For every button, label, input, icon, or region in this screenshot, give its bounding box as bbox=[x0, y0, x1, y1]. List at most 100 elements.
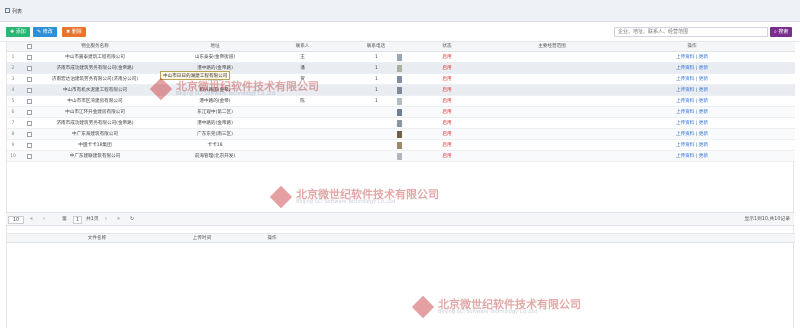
page-size-select[interactable]: 10 bbox=[8, 216, 24, 224]
cell-address: 前海管理(北京开发) bbox=[194, 154, 236, 159]
search-input[interactable] bbox=[614, 27, 768, 37]
cell-contact bbox=[275, 151, 330, 161]
redacted-phone-block bbox=[397, 76, 402, 83]
cell-status: 启用 bbox=[442, 77, 452, 82]
cell-contact: 王 bbox=[300, 55, 305, 60]
col-header-upload-time[interactable]: 上传时间 bbox=[182, 234, 222, 242]
col-header-file-name[interactable]: 文件名称 bbox=[67, 234, 127, 242]
cell-operation-links[interactable]: 上传资料 | 更新 bbox=[632, 74, 752, 84]
row-checkbox[interactable] bbox=[27, 121, 32, 126]
cell-operation-links[interactable]: 上传资料 | 更新 bbox=[632, 63, 752, 73]
cell-contact bbox=[275, 107, 330, 117]
cell-address: 卡卡18 bbox=[207, 143, 223, 148]
delete-button[interactable]: ✖ 删除 bbox=[62, 27, 86, 37]
refresh-icon[interactable]: ↻ bbox=[130, 216, 134, 224]
row-checkbox[interactable] bbox=[27, 55, 32, 60]
cell-contact: 潘 bbox=[300, 66, 305, 71]
cell-operation-links[interactable]: 上传资料 | 更新 bbox=[632, 129, 752, 139]
table-row[interactable]: 9 中国卡卡18集团 卡卡18 启用 上传资料 | 更新 bbox=[7, 140, 795, 151]
search-button-label: 搜索 bbox=[778, 29, 789, 35]
col-header-name[interactable]: 物业服务名称 bbox=[35, 42, 155, 51]
table-row[interactable]: 1 中山市嘉泰建筑工程有限公司 山东泰安(金帝街道) 王 1 启用 上传资料 | 更新 bbox=[7, 52, 795, 63]
table-row[interactable]: 8 中广东海建筑有限公司 广东东莞(南三区) 启用 上传资料 | 更新 bbox=[7, 129, 795, 140]
row-checkbox[interactable] bbox=[27, 154, 32, 159]
cell-contact bbox=[275, 129, 330, 139]
col-header-phone[interactable]: 联系电话 bbox=[330, 42, 422, 51]
row-checkbox[interactable] bbox=[27, 110, 32, 115]
last-page-button[interactable]: » bbox=[117, 216, 120, 224]
col-header-status[interactable]: 状态 bbox=[422, 42, 472, 51]
cell-address: 广东东莞(南三区) bbox=[197, 132, 233, 137]
cell-name: 中山市有机水泥建工程有限公司 bbox=[62, 88, 128, 93]
cell-operation-links[interactable]: 上传资料 | 更新 bbox=[632, 107, 752, 117]
row-checkbox[interactable] bbox=[27, 143, 32, 148]
add-button[interactable]: ✚ 添加 bbox=[6, 27, 30, 37]
row-checkbox[interactable] bbox=[27, 132, 32, 137]
attachment-header-row: 文件名称 上传时间 操作 bbox=[7, 233, 795, 243]
row-checkbox[interactable] bbox=[27, 99, 32, 104]
col-header-attachment-operation: 操作 bbox=[267, 236, 277, 241]
total-pages-label: 共1页 bbox=[86, 217, 99, 222]
toolbar: ✚ 添加 ✎ 修改 ✖ 删除 ⌕ 搜索 bbox=[0, 22, 800, 42]
row-index: 2 bbox=[11, 66, 15, 71]
row-index: 6 bbox=[11, 110, 15, 115]
cell-phone: 1 bbox=[375, 66, 378, 71]
col-header-contact[interactable]: 联系人 bbox=[275, 42, 330, 51]
cell-address: 东江观中(第二区) bbox=[197, 110, 233, 115]
enterprise-grid: 物业服务名称 地址 联系人 联系电话 状态 主要经营范围 操作 1 中山市嘉泰建筑… bbox=[6, 42, 795, 212]
cell-operation-links[interactable]: 上传资料 | 更新 bbox=[632, 52, 752, 62]
list-icon bbox=[5, 8, 10, 13]
cell-business-scope bbox=[472, 107, 632, 117]
page-number-input[interactable]: 1 bbox=[73, 216, 82, 224]
row-checkbox[interactable] bbox=[27, 66, 32, 71]
cell-status: 启用 bbox=[442, 110, 452, 115]
table-row[interactable]: 4 中山市有机水泥建工程有限公司 和兴路国(金帝) 1 启用 上传资料 | 更新 bbox=[7, 85, 795, 96]
cell-business-scope bbox=[472, 129, 632, 139]
cell-name: 中山市江环升金建房有限公司 bbox=[65, 110, 125, 115]
table-row[interactable]: 6 中山市江环升金建房有限公司 东江观中(第二区) 启用 上传资料 | 更新 bbox=[7, 107, 795, 118]
table-row[interactable]: 2 济南市成功建筑劳务有限公司(金帝路) 港中路的(金帝路) 潘 1 启用 上传资料 | 更… bbox=[7, 63, 795, 74]
cell-status: 启用 bbox=[442, 88, 452, 93]
cell-address: 和兴路国(金帝) bbox=[199, 88, 231, 93]
cell-business-scope bbox=[472, 85, 632, 95]
cell-operation-links[interactable]: 上传资料 | 更新 bbox=[632, 151, 752, 161]
redacted-phone-block bbox=[397, 131, 402, 138]
col-header-address[interactable]: 地址 bbox=[155, 42, 275, 51]
cell-tooltip: 中山市日日的湖建工程有限公司 bbox=[160, 71, 231, 80]
edit-button-label: 修改 bbox=[42, 29, 53, 35]
col-header-business-scope[interactable]: 主要经营范围 bbox=[472, 42, 632, 51]
select-all-checkbox[interactable] bbox=[27, 44, 32, 49]
row-index: 3 bbox=[11, 77, 15, 82]
row-index: 1 bbox=[11, 55, 15, 60]
search-button[interactable]: ⌕ 搜索 bbox=[770, 27, 793, 37]
cell-phone: 1 bbox=[375, 88, 378, 93]
cell-operation-links[interactable]: 上传资料 | 更新 bbox=[632, 140, 752, 150]
cell-business-scope bbox=[472, 63, 632, 73]
table-row[interactable]: 10 中广东建联建筑有限公司 前海管理(北京开发) 启用 上传资料 | 更新 bbox=[7, 151, 795, 162]
cell-phone bbox=[330, 140, 422, 150]
row-checkbox[interactable] bbox=[27, 88, 32, 93]
table-row[interactable]: 7 济南市成功建筑劳务有限公司(金帝路) 港中路的(金帝路) 启用 上传资料 | 更新 bbox=[7, 118, 795, 129]
col-header-operation: 操作 bbox=[687, 44, 697, 49]
cell-operation-links[interactable]: 上传资料 | 更新 bbox=[632, 85, 752, 95]
table-row[interactable]: 5 中山市市区湾建房有限公司 港中路的(金帝) 陈 1 启用 上传资料 | 更新 bbox=[7, 96, 795, 107]
cell-address: 山东泰安(金帝街道) bbox=[194, 55, 236, 60]
redacted-phone-block bbox=[397, 120, 402, 127]
add-button-label: 添加 bbox=[15, 29, 26, 35]
row-checkbox[interactable] bbox=[27, 77, 32, 82]
edit-button[interactable]: ✎ 修改 bbox=[33, 27, 57, 37]
next-page-button[interactable]: › bbox=[105, 216, 107, 224]
cell-name: 中山市市区湾建房有限公司 bbox=[67, 99, 123, 104]
cell-operation-links[interactable]: 上传资料 | 更新 bbox=[632, 96, 752, 106]
cell-phone bbox=[330, 107, 422, 117]
cell-business-scope bbox=[472, 96, 632, 106]
cell-name: 济南市成功建筑劳务有限公司(金帝路) bbox=[56, 121, 134, 126]
table-row[interactable]: 3济南宏达泊建筑劳务有限公司(济南分公司)前湖路贺1启用上传资料 | 更新 bbox=[7, 74, 795, 85]
cell-status: 启用 bbox=[442, 143, 452, 148]
first-page-button[interactable]: « bbox=[30, 216, 33, 224]
cell-operation-links[interactable]: 上传资料 | 更新 bbox=[632, 118, 752, 128]
cell-business-scope bbox=[472, 52, 632, 62]
delete-button-label: 删除 bbox=[71, 29, 82, 35]
prev-page-button[interactable]: ‹ bbox=[43, 216, 45, 224]
redacted-phone-block bbox=[397, 87, 402, 94]
